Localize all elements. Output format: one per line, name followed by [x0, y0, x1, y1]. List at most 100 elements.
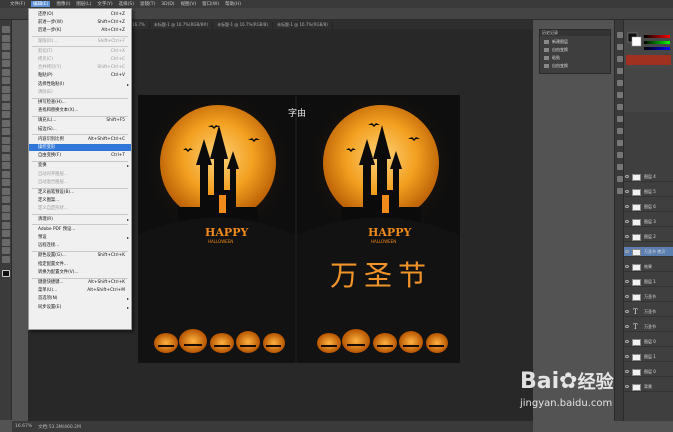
edit-menu-item[interactable]: 变换 ▸ [29, 162, 131, 169]
layer-row[interactable]: T 万圣节 [624, 322, 673, 332]
layer-row[interactable]: 图层 1 [624, 352, 673, 362]
menu-3[interactable]: 图层(L) [76, 1, 91, 7]
panel-icon[interactable] [617, 152, 623, 158]
history-item[interactable]: 自由变换 [543, 62, 609, 69]
tool-icon[interactable] [2, 145, 10, 152]
panel-icon[interactable] [617, 176, 623, 182]
tool-icon[interactable] [2, 255, 10, 263]
tool-icon[interactable] [2, 170, 10, 178]
edit-menu-item[interactable]: 渐隐(D)... Shift+Ctrl+F [29, 38, 131, 45]
tool-icon[interactable] [2, 247, 10, 254]
tool-icon[interactable] [2, 111, 10, 118]
edit-menu-item[interactable]: 前进一步(W) Shift+Ctrl+Z [29, 19, 131, 26]
edit-menu-item[interactable]: 清除(E) [29, 89, 131, 96]
tool-icon[interactable] [2, 162, 10, 169]
eye-icon[interactable] [625, 325, 629, 328]
tool-icon[interactable] [2, 179, 10, 186]
tool-icon[interactable] [2, 196, 10, 203]
edit-menu-item[interactable]: 清理(R) ▸ [29, 216, 131, 223]
edit-menu-item[interactable]: 合并拷贝(Y) Shift+Ctrl+C [29, 64, 131, 71]
edit-menu-item[interactable]: 选择性粘贴(I) ▸ [29, 81, 131, 88]
layer-row[interactable]: 图层 6 [624, 202, 673, 212]
eye-icon[interactable] [625, 220, 629, 223]
edit-menu-item[interactable]: 定义自定形状... [29, 205, 131, 212]
eye-icon[interactable] [625, 295, 629, 298]
menu-7[interactable]: 3D(D) [161, 2, 174, 7]
edit-menu-item[interactable]: 填充(L)... Shift+F5 [29, 117, 131, 124]
eye-icon[interactable] [625, 280, 629, 283]
edit-menu-item[interactable]: 键盘快捷键... Alt+Shift+Ctrl+K [29, 279, 131, 286]
edit-menu-item[interactable]: 查找和替换文本(X)... [29, 107, 131, 114]
edit-menu-item[interactable]: 转换为配置文件(V)... [29, 269, 131, 276]
edit-menu-item[interactable]: 自由变换(F) Ctrl+T [29, 152, 131, 159]
tool-icon[interactable] [2, 68, 10, 76]
eye-icon[interactable] [625, 265, 629, 268]
menu-9[interactable]: 窗口(W) [202, 1, 219, 7]
layer-row[interactable]: 图层 4 [624, 172, 673, 182]
panel-icon[interactable] [617, 140, 623, 146]
edit-menu-item[interactable]: 同步设置(E) ▸ [29, 304, 131, 311]
layer-row[interactable]: 图层 3 [624, 217, 673, 227]
edit-menu-item[interactable]: 首选项(N) ▸ [29, 295, 131, 302]
edit-menu-item[interactable]: 粘贴(P) Ctrl+V [29, 72, 131, 79]
edit-menu-item[interactable]: 菜单(U)... Alt+Shift+Ctrl+M [29, 287, 131, 294]
edit-menu-item[interactable]: 描边(S)... [29, 126, 131, 133]
edit-menu-item[interactable]: 还原(O) Ctrl+Z [29, 11, 131, 18]
tool-icon[interactable] [2, 238, 10, 246]
menu-6[interactable]: 滤镜(T) [140, 1, 155, 7]
tool-icon[interactable] [2, 85, 10, 93]
menu-8[interactable]: 视图(V) [181, 1, 197, 7]
tool-icon[interactable] [2, 230, 10, 237]
eye-icon[interactable] [625, 205, 629, 208]
tool-icon[interactable] [2, 60, 10, 67]
edit-menu-item[interactable]: 预设 ▸ [29, 234, 131, 241]
tool-icon[interactable] [2, 213, 10, 220]
panel-icon[interactable] [617, 44, 623, 50]
menu-2[interactable]: 图像(I) [56, 1, 70, 7]
document-tab[interactable]: 未标题-1 @ 16.7%(RGB/8) [213, 21, 273, 28]
panel-icon[interactable] [617, 188, 623, 194]
edit-menu-item[interactable]: 拷贝(C) Ctrl+C [29, 56, 131, 63]
layer-row[interactable]: 效果 [624, 262, 673, 272]
tool-icon[interactable] [2, 204, 10, 212]
edit-menu-item[interactable]: 定义画笔预设(B)... [29, 189, 131, 196]
menu-5[interactable]: 选择(S) [119, 1, 134, 7]
layer-row[interactable]: 图层 0 [624, 337, 673, 347]
panel-icon[interactable] [617, 116, 623, 122]
panel-icon[interactable] [617, 104, 623, 110]
menu-1[interactable]: 编辑(E) [31, 1, 51, 7]
layer-row[interactable]: 图层 0 [624, 367, 673, 377]
tool-icon[interactable] [2, 77, 10, 84]
history-item[interactable]: 粘贴 [543, 54, 609, 61]
eye-icon[interactable] [625, 190, 629, 193]
document-tab[interactable]: 未标题-1 @ 16.7%(RGB/8) [273, 21, 333, 28]
eye-icon[interactable] [625, 370, 629, 373]
panel-icon[interactable] [617, 56, 623, 62]
panel-icon[interactable] [617, 92, 623, 98]
history-tab[interactable]: 历史记录 [540, 30, 610, 36]
tool-icon[interactable] [2, 187, 10, 195]
edit-menu-item[interactable]: 指定配置文件... [29, 261, 131, 268]
document-canvas[interactable]: HAPPY HALLOWEEN HAPPY HALLOWEEN 万圣节 [138, 95, 460, 363]
eye-icon[interactable] [625, 355, 629, 358]
tool-icon[interactable] [2, 136, 10, 144]
eye-icon[interactable] [625, 340, 629, 343]
eye-icon[interactable] [625, 235, 629, 238]
layer-row[interactable]: 背景 [624, 382, 673, 392]
eye-icon[interactable] [625, 175, 629, 178]
edit-menu-item[interactable]: Adobe PDF 预设... [29, 226, 131, 233]
tool-icon[interactable] [2, 51, 10, 59]
zoom-level[interactable]: 16.67% [15, 424, 32, 429]
edit-menu-item[interactable]: 内容识别比例 Alt+Shift+Ctrl+C [29, 136, 131, 143]
panel-icon[interactable] [617, 128, 623, 134]
edit-menu-item[interactable]: 自动混合图层... [29, 179, 131, 186]
foreground-color-icon[interactable] [2, 270, 10, 277]
menu-4[interactable]: 文字(Y) [97, 1, 112, 7]
edit-menu-item[interactable]: 后退一步(K) Alt+Ctrl+Z [29, 27, 131, 34]
tool-icon[interactable] [2, 43, 10, 50]
panel-icon[interactable] [617, 68, 623, 74]
tool-icon[interactable] [2, 34, 10, 42]
edit-menu-item[interactable]: 剪切(T) Ctrl+X [29, 48, 131, 55]
edit-menu-item[interactable]: 操控变形 [29, 144, 131, 151]
eye-icon[interactable] [625, 250, 629, 253]
